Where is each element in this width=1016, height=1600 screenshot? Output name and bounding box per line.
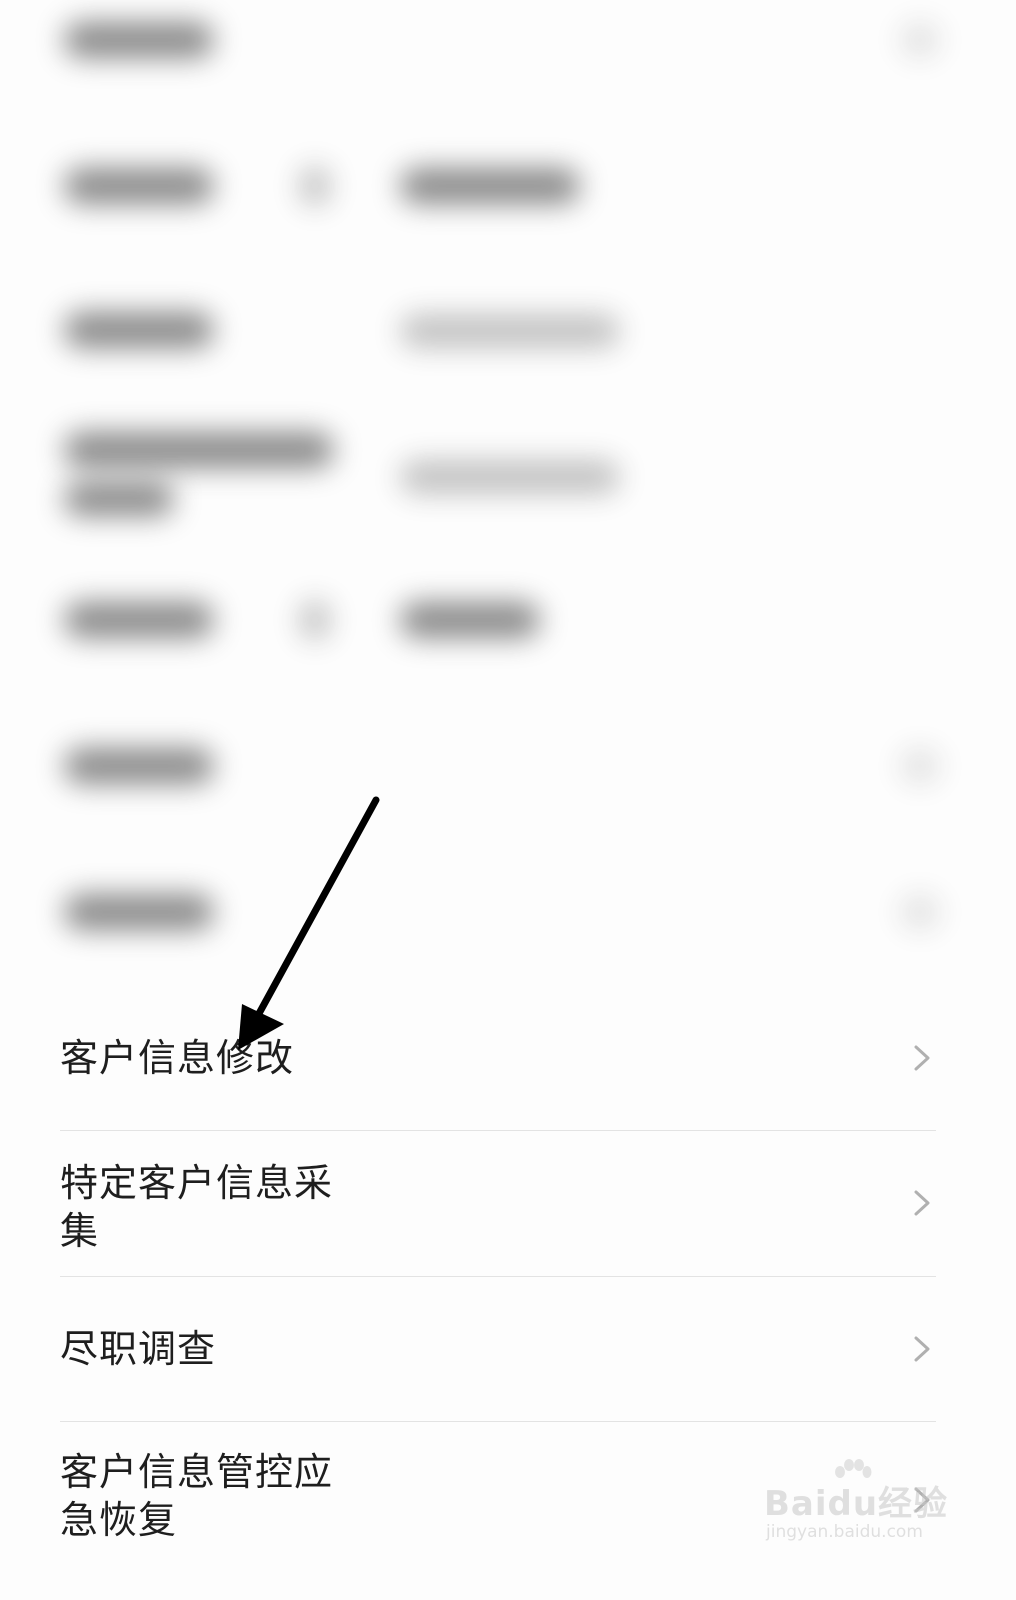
menu-item-specific-customer-info-collection[interactable]: 特定客户信息采集	[60, 1131, 936, 1277]
menu-item-due-diligence[interactable]: 尽职调查	[60, 1277, 936, 1422]
blurred-value	[400, 314, 620, 348]
blurred-value	[400, 460, 620, 494]
blurred-row	[0, 402, 1016, 548]
blurred-label	[64, 748, 214, 784]
blurred-label	[64, 602, 214, 638]
menu-item-label: 特定客户信息采集	[60, 1161, 334, 1253]
blurred-value	[400, 168, 580, 204]
watermark-logo: Baidu经验 jingyan.baidu.com	[760, 1458, 960, 1558]
blurred-row	[0, 694, 1016, 840]
chevron-right-icon	[914, 1045, 930, 1071]
blurred-row	[0, 840, 1016, 986]
watermark-brand: Baidu经验	[764, 1484, 949, 1524]
blurred-label	[64, 432, 334, 468]
blurred-mark	[300, 166, 330, 206]
blurred-value	[400, 602, 540, 638]
menu-item-label: 客户信息修改	[60, 1036, 295, 1080]
blurred-chevron	[900, 748, 940, 784]
chevron-right-icon	[914, 1336, 930, 1362]
menu-item-label: 尽职调查	[60, 1327, 217, 1371]
blurred-label	[64, 482, 174, 516]
blurred-row	[0, 548, 1016, 694]
blurred-label	[64, 312, 214, 348]
blurred-chevron	[900, 22, 940, 58]
blurred-mark	[300, 600, 330, 640]
watermark-url: jingyan.baidu.com	[766, 1522, 923, 1542]
menu-item-customer-info-edit[interactable]: 客户信息修改	[60, 986, 936, 1131]
blurred-row	[0, 110, 1016, 256]
blurred-row	[0, 256, 1016, 402]
chevron-right-icon	[914, 1190, 930, 1216]
blurred-chevron	[900, 894, 940, 930]
menu-item-label: 客户信息管控应急恢复	[60, 1450, 334, 1542]
blurred-label	[64, 168, 214, 204]
blurred-label	[64, 22, 214, 58]
blurred-label	[64, 894, 214, 930]
screen: 客户信息修改 特定客户信息采集 尽职调查 客户信息管控应急恢复 Baidu经验 …	[0, 0, 1016, 1600]
